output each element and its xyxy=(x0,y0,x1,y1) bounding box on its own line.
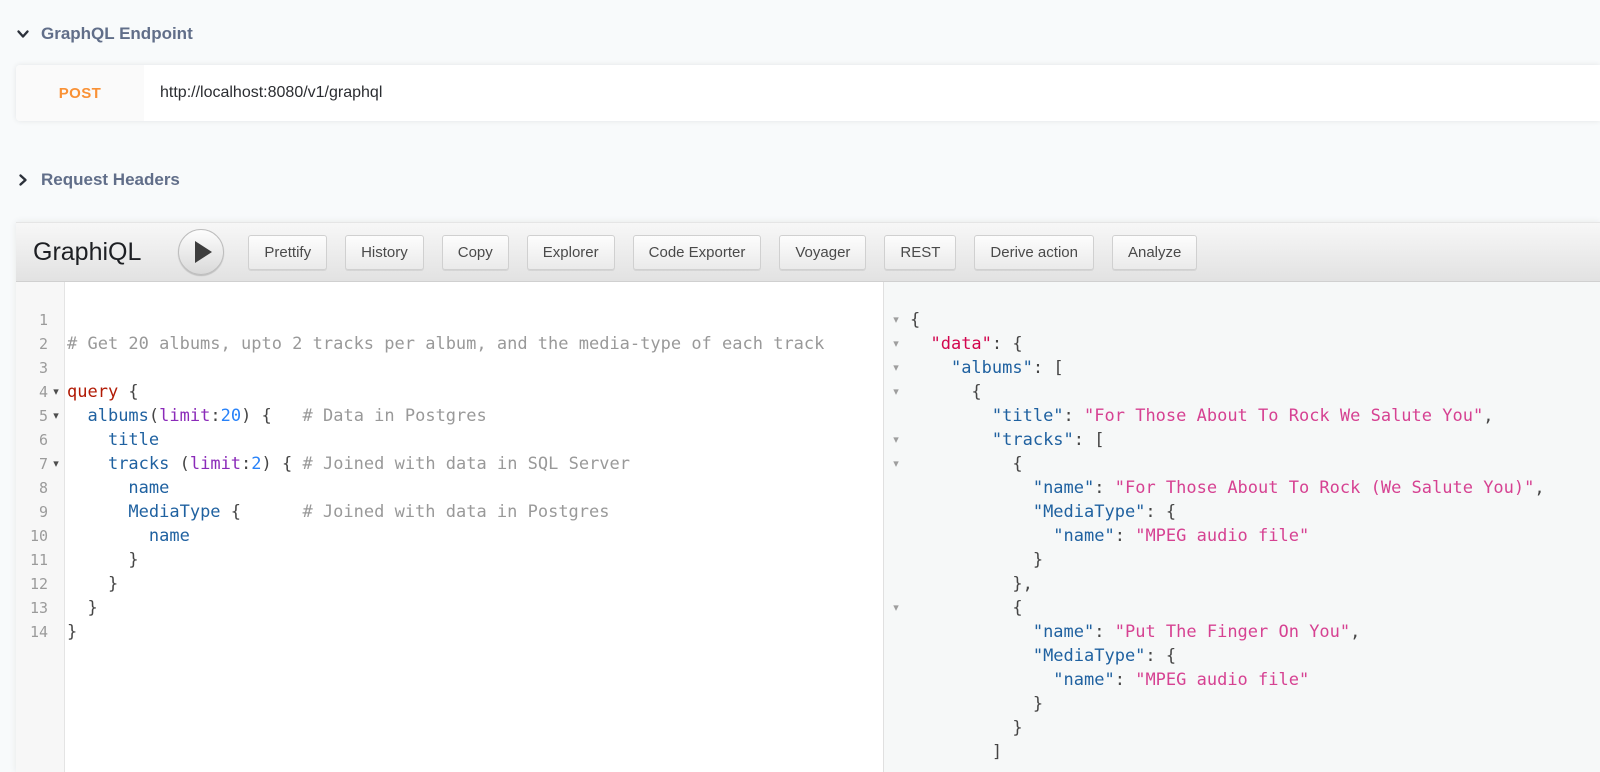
response-code-line: } xyxy=(910,694,1044,714)
toolbar-button-copy[interactable]: Copy xyxy=(441,234,509,270)
graphiql-logo: GraphiQL xyxy=(33,237,142,266)
toolbar-button-analyze[interactable]: Analyze xyxy=(1111,234,1198,270)
query-code-line[interactable] xyxy=(67,308,883,332)
response-code-line: } xyxy=(910,550,1044,570)
fold-arrow-icon[interactable]: ▾ xyxy=(48,410,64,422)
query-code-line[interactable]: query { xyxy=(67,380,883,404)
editor-line-number-gutter: 1 2 3 4 ▾ 5 ▾ 6 7 ▾ 8 9 10 11 12 13 14 xyxy=(16,282,65,772)
fold-arrow-icon[interactable]: ▾ xyxy=(884,332,908,356)
query-editor-pane[interactable]: 1 2 3 4 ▾ 5 ▾ 6 7 ▾ 8 9 10 11 12 13 14 # Get 20 albums, … xyxy=(16,282,883,772)
response-code-line: "albums": [ xyxy=(950,358,1064,378)
line-number: 5 xyxy=(38,407,48,425)
section-title: GraphQL Endpoint xyxy=(41,24,193,43)
response-code-line: "MediaType": { xyxy=(1032,646,1177,666)
query-code-line[interactable]: } xyxy=(67,548,883,572)
request-headers-section-header[interactable]: Request Headers xyxy=(16,170,180,190)
line-number: 13 xyxy=(29,599,48,617)
response-code-line: "name": "For Those About To Rock (We Sal… xyxy=(1032,478,1545,498)
query-code-line[interactable]: tracks (limit:2) { # Joined with data in… xyxy=(67,452,883,476)
response-code-line: }, xyxy=(910,574,1033,594)
toolbar-button-code-exporter[interactable]: Code Exporter xyxy=(632,234,762,270)
toolbar-button-rest[interactable]: REST xyxy=(884,234,957,270)
line-number: 1 xyxy=(38,311,48,329)
section-title: Request Headers xyxy=(41,170,180,189)
query-code-line[interactable] xyxy=(67,356,883,380)
fold-arrow-icon[interactable]: ▾ xyxy=(884,428,908,452)
response-code-line: "tracks": [ xyxy=(991,430,1105,450)
response-code-line: "name": "Put The Finger On You", xyxy=(1032,622,1361,642)
line-number: 11 xyxy=(29,551,48,569)
query-code-line[interactable]: albums(limit:20) { # Data in Postgres xyxy=(67,404,883,428)
toolbar-button-derive-action[interactable]: Derive action xyxy=(974,234,1094,270)
fold-arrow-icon[interactable]: ▾ xyxy=(48,386,64,398)
response-fold-gutter: ▾ ▾ ▾ ▾ ▾ ▾ ▾ xyxy=(884,282,908,772)
response-code-line: "name": "MPEG audio file" xyxy=(1053,526,1310,546)
http-method-badge: POST xyxy=(16,65,144,121)
line-number: 6 xyxy=(38,431,48,449)
line-number: 12 xyxy=(29,575,48,593)
response-code-line: "data": { xyxy=(930,334,1023,354)
execute-query-button[interactable] xyxy=(178,229,225,275)
response-code-line: { xyxy=(910,598,1023,618)
line-number: 14 xyxy=(29,623,48,641)
line-number: 2 xyxy=(38,335,48,353)
response-code-line: } xyxy=(910,718,1023,738)
query-code-line[interactable]: title xyxy=(67,428,883,452)
line-number: 4 xyxy=(38,383,48,401)
fold-arrow-icon[interactable]: ▾ xyxy=(884,452,908,476)
line-number: 9 xyxy=(38,503,48,521)
line-number: 7 xyxy=(38,455,48,473)
query-code-line[interactable]: MediaType { # Joined with data in Postgr… xyxy=(67,500,883,524)
query-code-line[interactable]: name xyxy=(67,476,883,500)
query-code-line[interactable]: } xyxy=(67,620,883,644)
fold-arrow-icon[interactable]: ▾ xyxy=(884,308,908,332)
fold-arrow-icon[interactable]: ▾ xyxy=(884,356,908,380)
graphiql-panel: GraphiQL Prettify History Copy Explorer Code… xyxy=(16,222,1600,772)
response-code-line: { xyxy=(910,382,982,402)
response-code-line: "MediaType": { xyxy=(1032,502,1177,522)
response-code-line: { xyxy=(910,454,1023,474)
graphiql-workspace: 1 2 3 4 ▾ 5 ▾ 6 7 ▾ 8 9 10 11 12 13 14 # Get 20 albums, … xyxy=(16,282,1600,772)
line-number: 8 xyxy=(38,479,48,497)
query-code-line[interactable]: } xyxy=(67,572,883,596)
response-code-line: { xyxy=(910,310,921,330)
graphiql-toolbar: GraphiQL Prettify History Copy Explorer Code… xyxy=(16,222,1600,282)
query-code-line[interactable]: # Get 20 albums, upto 2 tracks per album… xyxy=(67,332,883,356)
chevron-down-icon xyxy=(16,27,30,41)
line-number: 10 xyxy=(29,527,48,545)
endpoint-bar: POST http://localhost:8080/v1/graphql xyxy=(16,65,1600,121)
line-number: 3 xyxy=(38,359,48,377)
query-code-line[interactable]: name xyxy=(67,524,883,548)
toolbar-button-history[interactable]: History xyxy=(345,234,424,270)
fold-arrow-icon[interactable]: ▾ xyxy=(884,380,908,404)
toolbar-button-voyager[interactable]: Voyager xyxy=(779,234,867,270)
response-pane: ▾ ▾ ▾ ▾ ▾ ▾ ▾ { "data": { "albums": [ { "title… xyxy=(883,282,1600,772)
fold-arrow-icon[interactable]: ▾ xyxy=(884,596,908,620)
chevron-right-icon xyxy=(16,173,30,187)
play-icon xyxy=(195,241,213,263)
toolbar-button-prettify[interactable]: Prettify xyxy=(248,234,328,270)
response-code-line: "name": "MPEG audio file" xyxy=(1053,670,1310,690)
query-code-line[interactable]: } xyxy=(67,596,883,620)
response-json: { "data": { "albums": [ { "title": "For … xyxy=(908,282,1600,772)
query-editor-code[interactable]: # Get 20 albums, upto 2 tracks per album… xyxy=(65,282,883,772)
toolbar-button-explorer[interactable]: Explorer xyxy=(526,234,615,270)
fold-arrow-icon[interactable]: ▾ xyxy=(48,458,64,470)
endpoint-url-field[interactable]: http://localhost:8080/v1/graphql xyxy=(160,65,382,121)
graphql-endpoint-section-header[interactable]: GraphQL Endpoint xyxy=(16,0,193,44)
response-code-line: ] xyxy=(910,742,1003,762)
response-code-line: "title": "For Those About To Rock We Sal… xyxy=(991,406,1494,426)
